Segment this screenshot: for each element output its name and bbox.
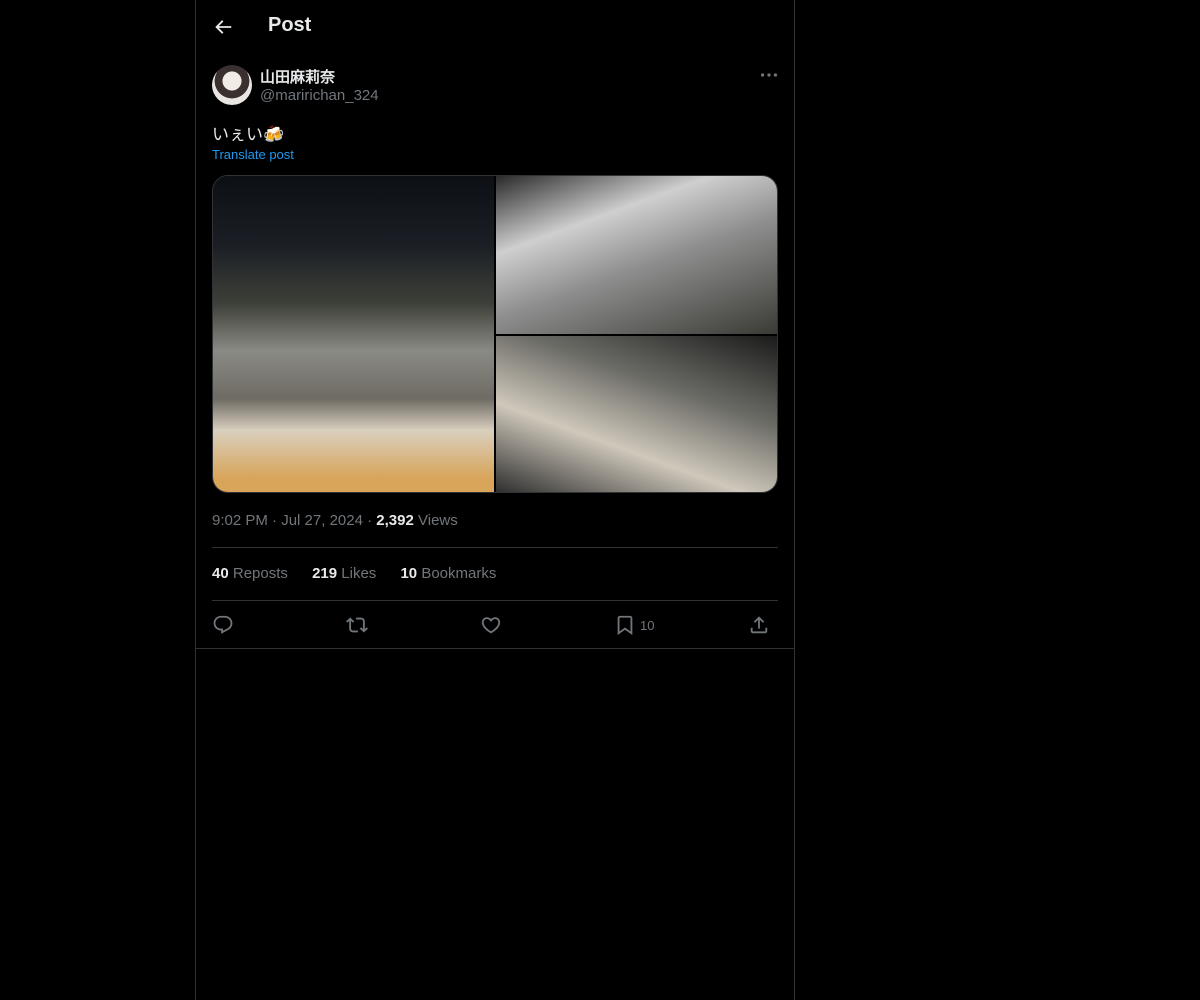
page-title: Post <box>268 14 312 36</box>
likes-count: 219 <box>312 565 338 582</box>
tweet-text: いぇい🍻 <box>212 125 285 144</box>
bookmarks-stat[interactable]: 10 Bookmarks <box>400 565 496 582</box>
bookmarks-count: 10 <box>400 565 418 582</box>
bookmark-icon <box>617 615 633 636</box>
avatar[interactable] <box>212 65 252 105</box>
more-icon <box>760 73 778 77</box>
post-header: Post <box>196 0 794 53</box>
reposts-label: Reposts <box>232 565 288 582</box>
translate-post-link[interactable]: Translate post <box>212 147 294 162</box>
divider <box>196 648 794 649</box>
likes-label: Likes <box>341 565 377 582</box>
reposts-count: 40 <box>212 565 229 582</box>
tweet-meta: 9:02 PM · Jul 27, 2024 · 2,392 Views <box>212 512 458 529</box>
photo-3[interactable] <box>496 336 777 492</box>
bookmarks-label: Bookmarks <box>421 565 497 582</box>
bookmark-count: 10 <box>640 617 655 633</box>
photo-2[interactable] <box>496 176 777 334</box>
more-button[interactable] <box>758 64 780 86</box>
share-icon <box>750 616 768 634</box>
engagement-stats: 40 Reposts 219 Likes 10 Bookmarks <box>212 565 516 582</box>
meta-separator: · <box>367 512 373 529</box>
repost-icon <box>346 617 368 633</box>
back-arrow-icon <box>215 20 232 34</box>
divider <box>212 547 778 548</box>
like-button[interactable] <box>480 612 502 638</box>
repost-button[interactable] <box>346 612 368 638</box>
reply-icon <box>213 615 233 634</box>
primary-column: Post 山田麻莉奈 @maririchan_324 いぇい🍻 Translat… <box>195 0 795 1000</box>
like-icon <box>481 617 501 634</box>
views-label: Views <box>418 512 458 529</box>
views-count: 2,392 <box>376 512 414 529</box>
reposts-stat[interactable]: 40 Reposts <box>212 565 288 582</box>
likes-stat[interactable]: 219 Likes <box>312 565 376 582</box>
meta-separator: · <box>272 512 278 529</box>
action-bar: 10 <box>212 612 778 638</box>
tweet-date[interactable]: Jul 27, 2024 <box>281 512 363 529</box>
author-display-name[interactable]: 山田麻莉奈 <box>260 66 335 87</box>
divider <box>212 600 778 601</box>
tweet-time[interactable]: 9:02 PM <box>212 512 268 529</box>
photo-1[interactable] <box>213 176 494 492</box>
bookmark-button[interactable]: 10 <box>614 612 654 638</box>
back-button[interactable] <box>212 16 234 38</box>
share-button[interactable] <box>748 612 770 638</box>
media-grid <box>212 175 778 493</box>
reply-button[interactable] <box>212 612 234 638</box>
author-handle[interactable]: @maririchan_324 <box>260 87 379 104</box>
